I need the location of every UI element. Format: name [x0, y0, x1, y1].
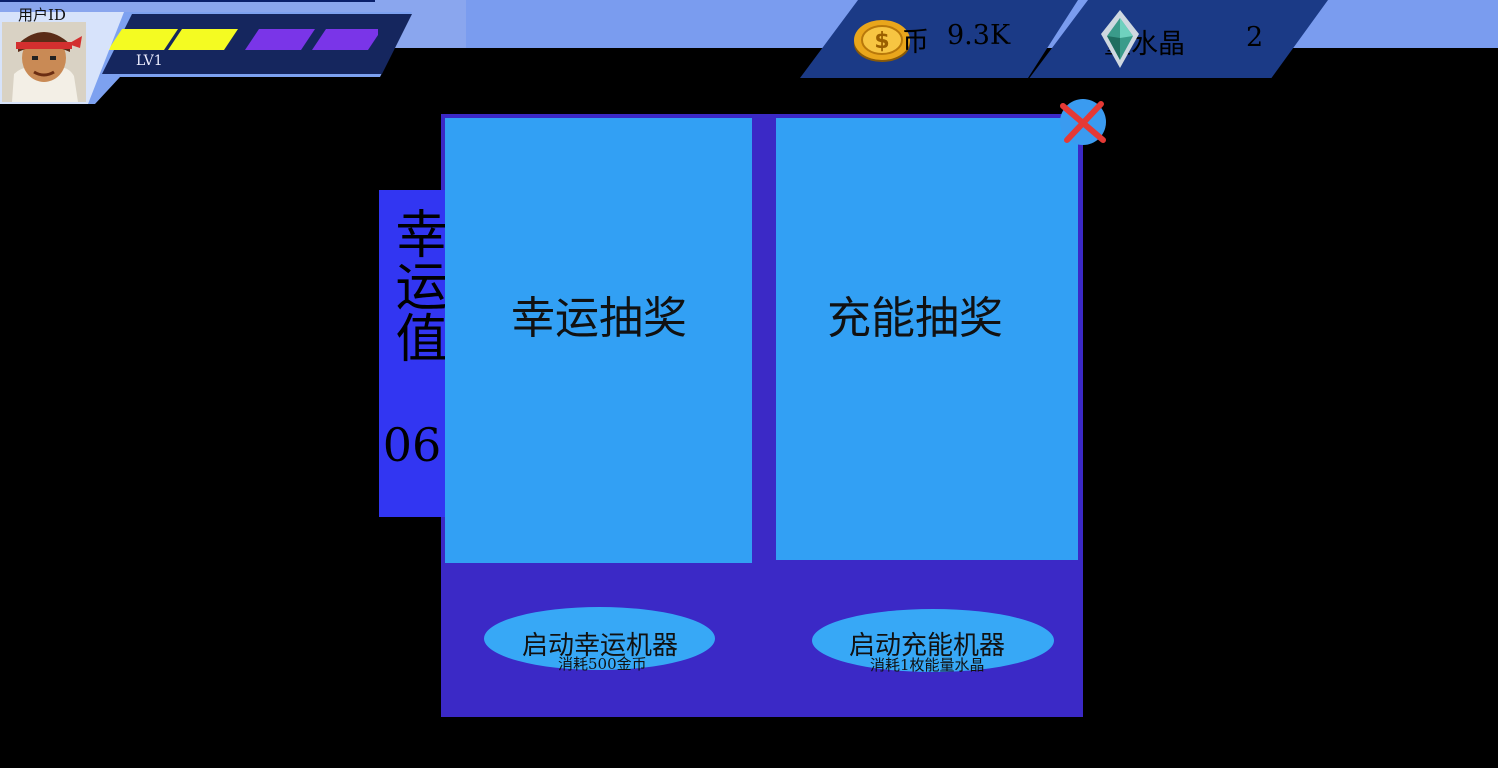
- crystal-value: 2: [1246, 22, 1264, 53]
- charge-machine-cost: 消耗1枚能量水晶: [870, 656, 985, 674]
- avatar[interactable]: [2, 22, 86, 102]
- lucky-draw-title: 幸运抽奖: [511, 293, 687, 344]
- luck-value: 06: [382, 418, 442, 472]
- close-icon[interactable]: [1059, 98, 1107, 146]
- level-label: LV1: [136, 53, 163, 69]
- charge-draw-title: 充能抽奖: [827, 293, 1003, 344]
- coin-label: 币: [902, 27, 929, 58]
- user-id-label: 用户ID: [18, 6, 66, 24]
- svg-text:$: $: [874, 29, 889, 54]
- top-bar-line: [0, 0, 375, 2]
- crystal-icon: [1101, 10, 1139, 68]
- luck-label: 幸运值: [386, 207, 446, 363]
- lucky-machine-cost: 消耗500金币: [558, 655, 647, 673]
- coin-value: 9.3K: [947, 20, 1011, 51]
